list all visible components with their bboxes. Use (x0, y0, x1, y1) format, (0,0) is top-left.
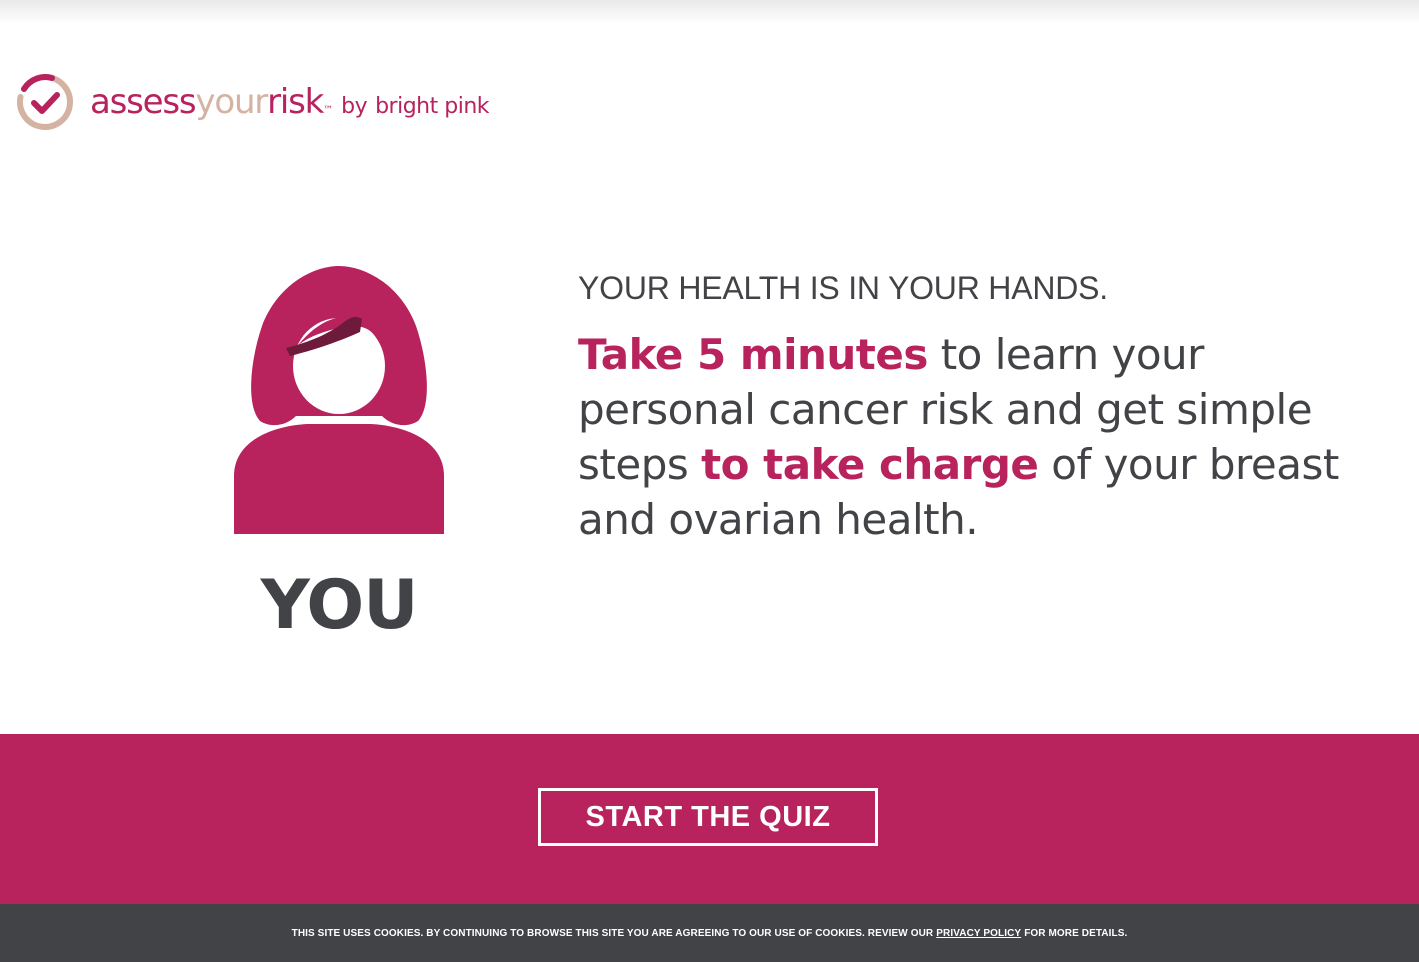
cookie-text-after: FOR MORE DETAILS. (1024, 927, 1128, 939)
logo-trademark: ™ (323, 105, 334, 116)
checkmark-circle-icon (17, 74, 73, 130)
logo-assess: assess (90, 82, 197, 122)
logo-wordmark: assess your risk ™ by bright pink (90, 82, 490, 122)
avatar-label: YOU (260, 566, 419, 645)
top-shadow (0, 0, 1419, 24)
hero-headline: Take 5 minutes to learn your personal ca… (578, 327, 1358, 547)
headline-highlight-charge: to take charge (701, 440, 1039, 489)
logo-partner-brand: bright pink (375, 94, 490, 119)
headline-highlight-minutes: Take 5 minutes (578, 330, 928, 379)
woman-avatar-icon (234, 266, 444, 534)
cookie-notice: THIS SITE USES COOKIES. BY CONTINUING TO… (0, 904, 1419, 962)
start-quiz-button[interactable]: START THE QUIZ (538, 788, 878, 846)
hero-kicker: YOUR HEALTH IS IN YOUR HANDS. (578, 270, 1108, 306)
logo-risk: risk (267, 82, 324, 122)
logo-your: your (195, 82, 268, 122)
site-logo[interactable]: assess your risk ™ by bright pink (16, 72, 490, 132)
privacy-policy-link[interactable]: PRIVACY POLICY (936, 928, 1021, 939)
cta-band: START THE QUIZ (0, 734, 1419, 904)
cookie-text: THIS SITE USES COOKIES. BY CONTINUING TO… (291, 927, 934, 939)
logo-by: by (341, 94, 368, 119)
